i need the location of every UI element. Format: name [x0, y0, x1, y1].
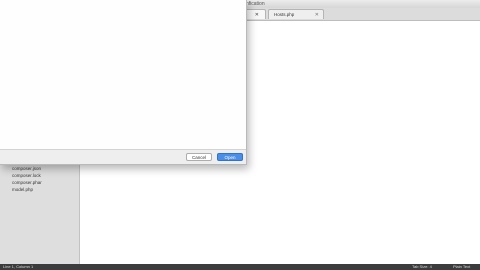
sidebar-item-composer-lock[interactable]: composer.lock: [12, 173, 41, 179]
syntax-mode[interactable]: Plain Text: [453, 264, 470, 270]
dialog-footer: Cancel Open: [0, 149, 246, 164]
close-icon[interactable]: ✕: [315, 10, 319, 20]
tab-active[interactable]: ✕: [244, 9, 266, 19]
window-title: nfication: [246, 1, 265, 7]
sidebar-item-model-php[interactable]: model.php: [12, 187, 33, 193]
sidebar-item-composer-phar[interactable]: composer.phar: [12, 180, 42, 186]
file-dialog: Cancel Open: [0, 0, 247, 165]
cursor-position: Line 1, Column 1: [3, 264, 34, 269]
tab-label: Hosts.php: [274, 12, 295, 17]
tab-hosts[interactable]: Hosts.php ✕: [268, 9, 324, 19]
close-icon[interactable]: ✕: [255, 10, 259, 20]
tab-size[interactable]: Tab Size: 4: [412, 264, 432, 270]
sidebar-item-composer-json[interactable]: composer.json: [12, 166, 41, 172]
cancel-button[interactable]: Cancel: [186, 153, 212, 161]
sidebar: composer.json composer.lock composer.pha…: [0, 160, 80, 265]
status-bar: Line 1, Column 1 Tab Size: 4 Plain Text: [0, 264, 480, 270]
open-button[interactable]: Open: [217, 153, 243, 161]
